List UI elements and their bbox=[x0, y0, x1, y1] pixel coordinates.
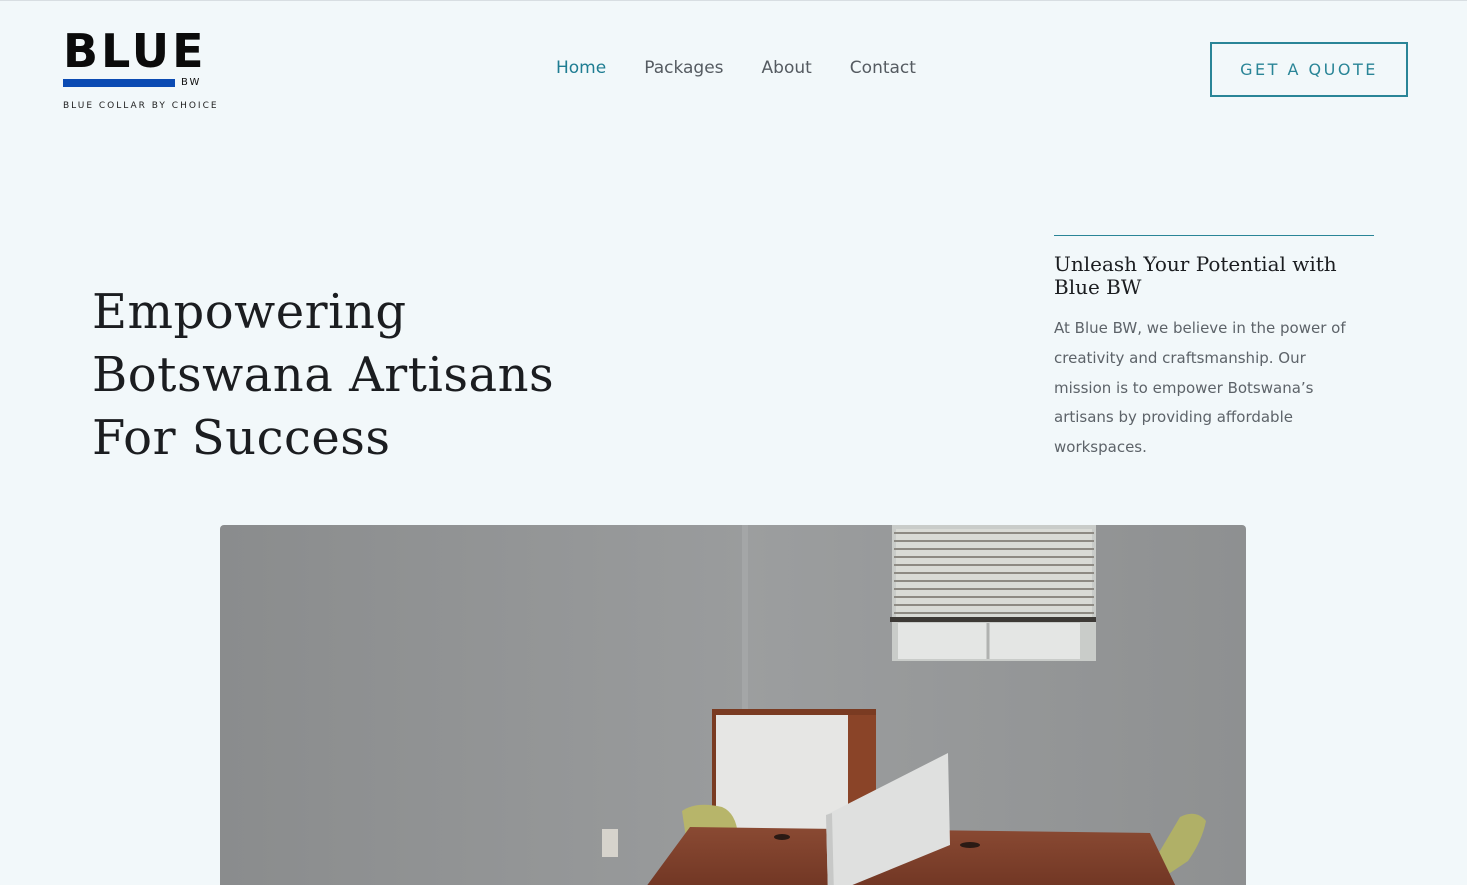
nav-item-packages[interactable]: Packages bbox=[644, 57, 723, 79]
logo-underline-bar bbox=[63, 79, 175, 87]
side-description: At Blue BW, we believe in the power of c… bbox=[1054, 319, 1346, 457]
office-room-photo bbox=[220, 525, 1246, 885]
logo-sub-mark: BW bbox=[181, 77, 202, 88]
logo-wordmark: BLUE bbox=[63, 24, 207, 78]
hero-title-line: Botswana Artisans bbox=[92, 347, 555, 403]
nav-item-home[interactable]: Home bbox=[556, 57, 606, 79]
page: BLUE BW BLUE COLLAR BY CHOICE Home Packa… bbox=[0, 0, 1467, 885]
nav-item-contact[interactable]: Contact bbox=[850, 57, 916, 79]
hero-title-line: Empowering bbox=[92, 284, 407, 340]
hero-title: Empowering Botswana Artisans For Success bbox=[92, 281, 612, 470]
get-a-quote-button[interactable]: GET A QUOTE bbox=[1210, 42, 1408, 97]
hero-title-line: For Success bbox=[92, 410, 391, 466]
nav-item-about[interactable]: About bbox=[762, 57, 812, 79]
main-nav: Home Packages About Contact bbox=[556, 57, 916, 79]
side-heading: Unleash Your Potential with Blue BW bbox=[1054, 252, 1337, 299]
logo-tagline: BLUE COLLAR BY CHOICE bbox=[63, 101, 219, 111]
site-logo[interactable]: BLUE BW BLUE COLLAR BY CHOICE bbox=[63, 28, 243, 118]
side-divider bbox=[1054, 235, 1374, 236]
